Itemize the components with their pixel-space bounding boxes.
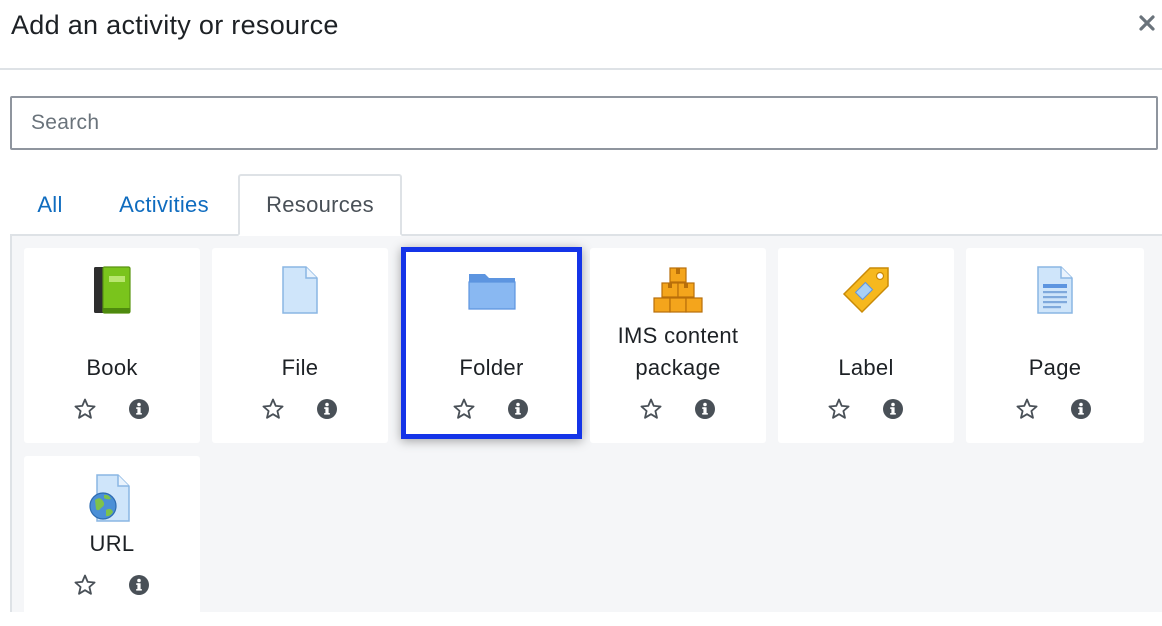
module-name: URL — [89, 531, 135, 556]
info-button[interactable] — [879, 396, 907, 422]
star-button[interactable] — [71, 396, 99, 422]
module-name: Label — [838, 355, 894, 380]
module-name: File — [281, 355, 319, 380]
star-button[interactable] — [1013, 396, 1041, 422]
star-button[interactable] — [71, 572, 99, 598]
star-outline-icon — [74, 574, 96, 595]
dialog-title: Add an activity or resource — [11, 10, 339, 40]
tab-resources[interactable]: Resources — [238, 174, 402, 236]
module-name: Page — [1028, 355, 1082, 380]
info-button[interactable] — [313, 396, 341, 422]
star-outline-icon — [828, 398, 850, 419]
module-card-folder[interactable]: Folder — [401, 247, 582, 439]
info-button[interactable] — [504, 396, 532, 422]
module-name: Folder — [459, 355, 524, 380]
info-icon — [129, 399, 149, 419]
star-outline-icon — [262, 398, 284, 419]
info-button[interactable] — [125, 396, 153, 422]
tab-all[interactable]: All — [10, 174, 90, 236]
dialog-header: Add an activity or resource — [0, 0, 1162, 70]
page-icon — [1037, 266, 1073, 314]
tab-bar: All Activities Resources — [10, 174, 1162, 236]
info-icon — [129, 575, 149, 595]
module-card-url[interactable]: URL — [24, 456, 200, 626]
close-icon — [1139, 15, 1155, 31]
module-card-ims-content-package[interactable]: IMS content package — [590, 248, 766, 443]
module-grid: Book File Folder IMS content package Lab… — [10, 236, 1162, 626]
info-icon — [317, 399, 337, 419]
tab-activities[interactable]: Activities — [108, 174, 220, 236]
book-icon — [94, 266, 131, 314]
info-button[interactable] — [1067, 396, 1095, 422]
star-button[interactable] — [637, 396, 665, 422]
module-name: Book — [86, 355, 138, 380]
ims-package-icon — [653, 267, 703, 313]
star-button[interactable] — [450, 396, 478, 422]
module-name: IMS content package — [617, 323, 739, 380]
info-icon — [883, 399, 903, 419]
folder-icon — [467, 274, 516, 310]
info-icon — [695, 399, 715, 419]
info-button[interactable] — [691, 396, 719, 422]
info-button[interactable] — [125, 572, 153, 598]
info-icon — [1071, 399, 1091, 419]
star-button[interactable] — [259, 396, 287, 422]
star-outline-icon — [74, 398, 96, 419]
file-icon — [282, 266, 318, 314]
star-button[interactable] — [825, 396, 853, 422]
module-card-page[interactable]: Page — [966, 248, 1144, 443]
star-outline-icon — [453, 398, 475, 419]
module-card-book[interactable]: Book — [24, 248, 200, 443]
star-outline-icon — [1016, 398, 1038, 419]
module-card-file[interactable]: File — [212, 248, 388, 443]
search-input[interactable] — [10, 96, 1158, 150]
label-tag-icon — [842, 267, 889, 314]
star-outline-icon — [640, 398, 662, 419]
module-card-label[interactable]: Label — [778, 248, 954, 443]
info-icon — [508, 399, 528, 419]
url-globe-icon — [89, 474, 130, 522]
close-button[interactable] — [1134, 8, 1160, 38]
